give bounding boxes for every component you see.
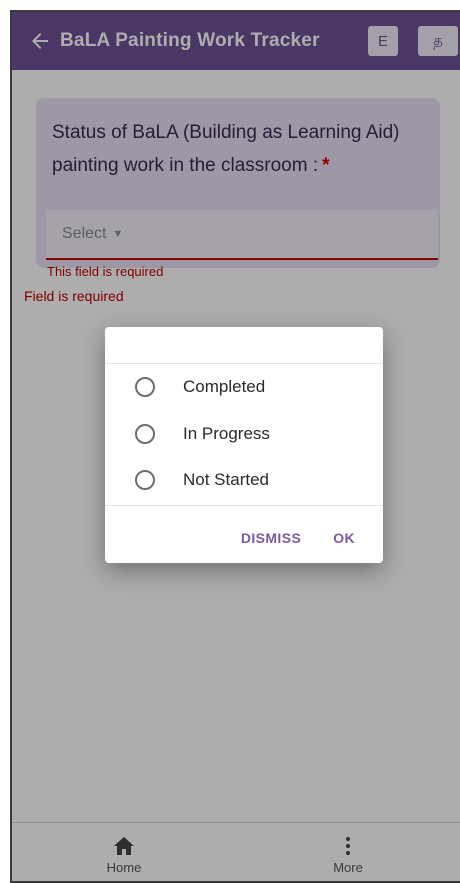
dialog-actions: DISMISS OK xyxy=(105,523,383,553)
option-label: In Progress xyxy=(183,424,270,443)
option-not-started[interactable]: Not Started xyxy=(105,457,383,503)
radio-unchecked-icon xyxy=(135,470,155,490)
option-label: Not Started xyxy=(183,470,269,489)
radio-unchecked-icon xyxy=(135,424,155,444)
radio-unchecked-icon xyxy=(135,377,155,397)
status-picker-dialog: Completed In Progress Not Started DISMIS… xyxy=(105,327,383,563)
option-label: Completed xyxy=(183,377,266,396)
option-completed[interactable]: Completed xyxy=(105,364,383,410)
app-screen: BaLA Painting Work Tracker E த Status of… xyxy=(10,10,460,883)
dialog-bottom-divider xyxy=(105,505,383,506)
ok-button[interactable]: OK xyxy=(333,530,355,546)
option-in-progress[interactable]: In Progress xyxy=(105,411,383,457)
dismiss-button[interactable]: DISMISS xyxy=(241,530,301,546)
